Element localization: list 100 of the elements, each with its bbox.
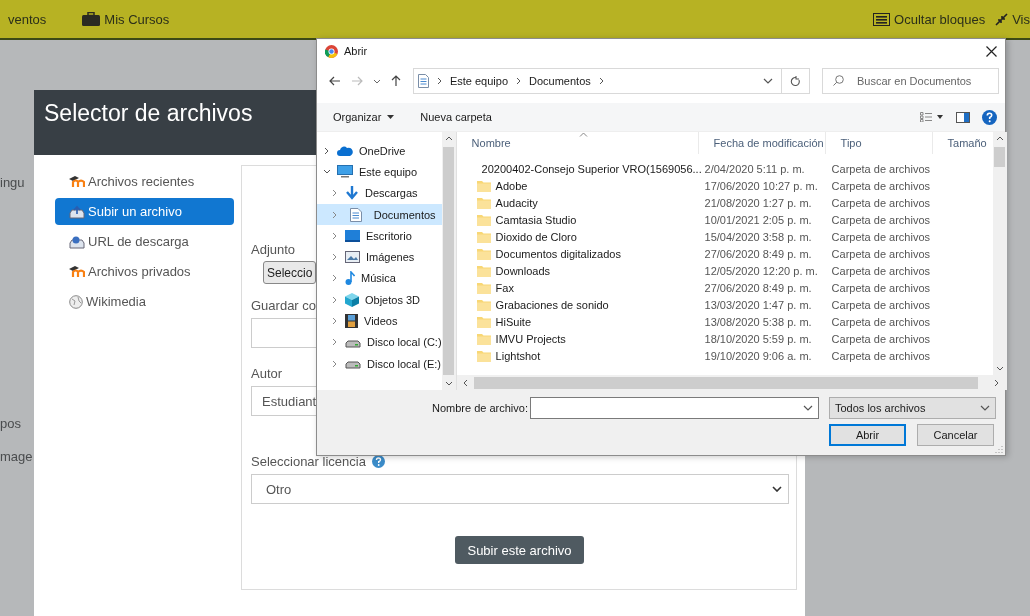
view-options-icon[interactable] xyxy=(920,112,944,122)
search-icon xyxy=(833,75,844,86)
tree-item[interactable]: Música xyxy=(317,267,442,290)
upload-icon xyxy=(69,204,85,219)
chevron-right-icon[interactable] xyxy=(331,231,339,240)
organize-menu[interactable]: Organizar xyxy=(333,111,395,123)
cancel-button[interactable]: Cancelar xyxy=(917,424,994,446)
search-field[interactable]: Buscar en Documentos xyxy=(822,68,999,94)
new-folder-button[interactable]: Nueva carpeta xyxy=(420,111,492,123)
nav-link[interactable]: ventos xyxy=(8,11,47,27)
page-text: mage xyxy=(0,449,34,464)
tree-item[interactable]: Disco local (C:) xyxy=(317,331,442,353)
breadcrumb-item[interactable]: Este equipo xyxy=(449,75,508,87)
close-icon[interactable] xyxy=(986,45,997,57)
chevron-right-icon[interactable] xyxy=(331,295,339,304)
column-header[interactable]: Tipo xyxy=(825,132,933,154)
help-icon[interactable] xyxy=(982,109,997,125)
scrollbar[interactable] xyxy=(992,132,1007,375)
file-name[interactable]: Fax xyxy=(456,281,699,294)
column-header[interactable]: Tamaño xyxy=(932,132,993,154)
license-select[interactable]: Otro xyxy=(251,474,789,504)
file-name[interactable]: Downloads xyxy=(456,264,699,277)
repository-item[interactable]: URL de descarga xyxy=(55,228,234,255)
nav-link[interactable]: Vis xyxy=(995,11,1030,27)
breadcrumb-item[interactable]: Documentos xyxy=(529,75,591,87)
up-arrow-icon[interactable] xyxy=(390,75,401,87)
file-name[interactable]: Camtasia Studio xyxy=(456,213,699,226)
date-cell-text: 27/06/2020 8:49 p. m. xyxy=(703,281,813,294)
scroll-up-icon[interactable] xyxy=(995,136,1004,141)
scrollbar-thumb[interactable] xyxy=(994,147,1006,167)
preview-pane-icon[interactable] xyxy=(956,111,970,123)
music-note-icon xyxy=(345,271,355,286)
back-arrow-icon[interactable] xyxy=(329,76,341,86)
chevron-right-icon[interactable] xyxy=(331,338,339,347)
open-button[interactable]: Abrir xyxy=(829,424,906,446)
file-name[interactable]: Dioxido de Cloro xyxy=(456,230,699,243)
chevron-right-icon xyxy=(516,77,521,85)
scroll-right-icon[interactable] xyxy=(993,378,999,387)
folder-icon xyxy=(476,230,491,243)
tree-item[interactable]: Objetos 3D xyxy=(317,289,442,311)
file-name[interactable]: Audacity xyxy=(456,196,699,209)
file-type-select[interactable]: Todos los archivos xyxy=(829,397,996,419)
type-cell-text: Carpeta de archivos xyxy=(830,230,932,243)
dialog-title: Abrir xyxy=(344,45,368,57)
chevron-down-icon[interactable] xyxy=(763,78,773,84)
file-name-field[interactable] xyxy=(530,397,819,419)
repository-item[interactable]: Subir un archivo xyxy=(55,198,234,225)
choose-file-button[interactable]: Seleccio xyxy=(263,261,316,284)
chevron-down-icon xyxy=(772,486,782,492)
scroll-left-icon[interactable] xyxy=(462,378,468,387)
scrollbar-thumb[interactable] xyxy=(443,147,455,375)
chevron-right-icon xyxy=(436,77,442,85)
chevron-right-icon[interactable] xyxy=(323,146,331,155)
date-cell-text: 12/05/2020 12:20 p. m. xyxy=(703,264,819,277)
repository-item[interactable]: Archivos privados xyxy=(55,258,234,285)
tree-item[interactable]: Este equipo xyxy=(317,161,442,183)
tree-item[interactable]: Disco local (E:) xyxy=(317,352,442,375)
file-name[interactable]: Adobe xyxy=(456,179,699,192)
chevron-right-icon[interactable] xyxy=(331,359,339,368)
file-name[interactable]: Documentos digitalizados xyxy=(456,247,699,260)
file-name[interactable]: IMVU Projects xyxy=(456,332,699,345)
help-icon[interactable] xyxy=(371,455,385,468)
file-name[interactable]: 20200402-Consejo Superior VRO(1569056... xyxy=(456,162,699,175)
nav-link[interactable]: Ocultar bloques xyxy=(873,11,986,27)
scrollbar[interactable] xyxy=(441,132,456,390)
scroll-up-icon[interactable] xyxy=(444,136,453,141)
file-name[interactable]: Grabaciones de sonido xyxy=(456,298,699,311)
chevron-right-icon[interactable] xyxy=(331,274,339,283)
tree-item[interactable]: Descargas xyxy=(317,182,442,204)
type-cell-text: Carpeta de archivos xyxy=(830,196,932,209)
field-label: Adjunto xyxy=(251,242,296,257)
film-icon xyxy=(345,314,358,328)
tree-item[interactable]: Documentos xyxy=(317,203,442,226)
tree-item[interactable]: Escritorio xyxy=(317,225,442,247)
scroll-down-icon[interactable] xyxy=(995,366,1004,371)
nav-link[interactable]: Mis Cursos xyxy=(82,11,170,27)
type-cell-text: Carpeta de archivos xyxy=(830,264,932,277)
chevron-down-icon[interactable] xyxy=(323,167,331,176)
type-cell-text: Carpeta de archivos xyxy=(830,349,932,362)
repository-item[interactable]: Archivos recientes xyxy=(55,168,234,195)
folder-icon xyxy=(476,298,491,311)
upload-button[interactable]: Subir este archivo xyxy=(455,536,584,564)
chevron-right-icon[interactable] xyxy=(331,253,339,262)
field-label: Nombre de archivo: xyxy=(431,402,529,414)
tree-item[interactable]: Videos xyxy=(317,310,442,332)
chevron-down-icon[interactable] xyxy=(372,78,381,84)
file-name[interactable]: HiSuite xyxy=(456,315,699,328)
repository-item[interactable]: Wikimedia xyxy=(55,288,234,315)
scroll-down-icon[interactable] xyxy=(444,381,453,386)
chevron-right-icon[interactable] xyxy=(331,189,339,198)
tree-item[interactable]: OneDrive xyxy=(317,140,442,162)
scrollbar[interactable] xyxy=(456,375,1007,390)
column-header[interactable]: Nombre xyxy=(456,132,699,154)
column-header[interactable]: Fecha de modificación xyxy=(698,132,826,154)
file-name[interactable]: Lightshot xyxy=(456,349,699,362)
tree-item[interactable]: Imágenes xyxy=(317,246,442,268)
resize-grip-icon[interactable] xyxy=(995,445,1003,453)
chevron-right-icon[interactable] xyxy=(331,317,339,325)
address-bar[interactable]: Este equipo Documentos xyxy=(412,68,810,94)
scrollbar-thumb[interactable] xyxy=(473,376,978,389)
